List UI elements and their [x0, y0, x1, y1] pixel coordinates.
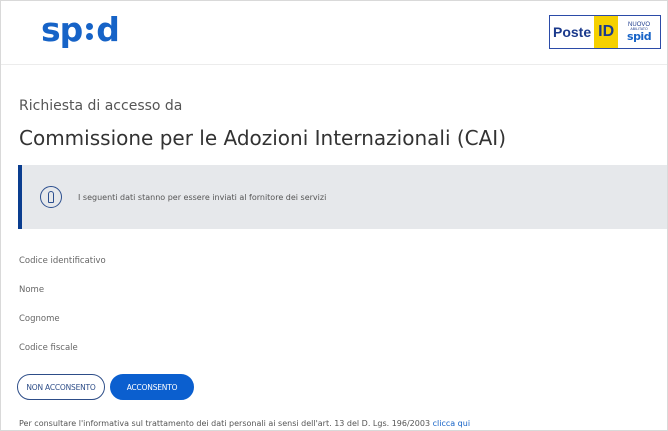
accept-consent-button[interactable]: ACCONSENTO [110, 374, 194, 400]
field-nome: Nome [19, 285, 45, 295]
privacy-link[interactable]: clicca qui [433, 419, 470, 428]
id-label: ID [594, 16, 619, 48]
header: sp d Poste ID NUOVO ABILITATO spid [1, 1, 667, 65]
page-frame: sp d Poste ID NUOVO ABILITATO spid Richie… [0, 0, 668, 431]
notice-text: I seguenti dati stanno per essere inviat… [78, 192, 327, 202]
nuovo-spid-badge: NUOVO ABILITATO spid [618, 16, 660, 48]
privacy-text: Per consultare l'informativa sul trattam… [19, 419, 431, 428]
privacy-footer: Per consultare l'informativa sul trattam… [19, 419, 470, 428]
request-subtitle: Richiesta di accesso da [19, 98, 183, 114]
spid-logo: sp d [41, 10, 120, 49]
service-provider-title: Commissione per le Adozioni Internaziona… [19, 126, 507, 150]
data-notice-banner: I seguenti dati stanno per essere inviat… [18, 165, 667, 229]
poste-id-logo: Poste ID NUOVO ABILITATO spid [549, 15, 661, 49]
deny-consent-button[interactable]: NON ACCONSENTO [17, 374, 105, 400]
field-cognome: Cognome [19, 314, 60, 324]
field-codice-identificativo: Codice identificativo [19, 256, 106, 266]
field-codice-fiscale: Codice fiscale [19, 343, 78, 353]
poste-label: Poste [553, 24, 592, 40]
mini-spid-label: spid [627, 30, 652, 44]
info-icon [40, 186, 62, 208]
